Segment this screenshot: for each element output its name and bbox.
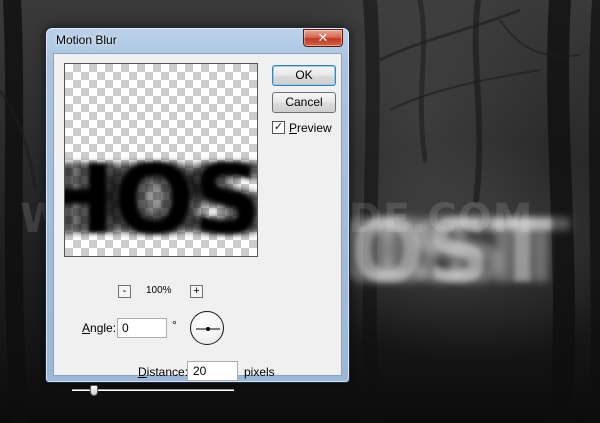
preview-checkbox-label[interactable]: Preview xyxy=(289,121,332,135)
zoom-level: 100% xyxy=(146,285,172,296)
distance-label: Distance: xyxy=(138,365,189,379)
close-button[interactable]: ✕ xyxy=(303,29,343,47)
dialog-title: Motion Blur xyxy=(56,33,117,47)
angle-dial[interactable] xyxy=(190,311,224,345)
distance-unit: pixels xyxy=(244,365,275,379)
motion-blur-dialog: Motion Blur ✕ HOS - 100% + OK Cancel ✓ P… xyxy=(45,27,350,396)
preview-blurred-text: HOS xyxy=(65,144,258,256)
distance-input[interactable]: 20 xyxy=(187,361,238,381)
distance-slider-thumb[interactable] xyxy=(90,385,98,396)
close-icon: ✕ xyxy=(317,30,329,45)
ghost-text-artwork: OST xyxy=(350,200,555,303)
angle-input[interactable]: 0 xyxy=(117,318,167,338)
filter-preview[interactable]: HOS xyxy=(64,63,258,257)
checkmark-icon: ✓ xyxy=(273,121,284,133)
dialog-client-area: HOS - 100% + OK Cancel ✓ Preview Angle: … xyxy=(53,53,342,396)
plus-icon: + xyxy=(193,285,200,297)
zoom-in-button[interactable]: + xyxy=(190,285,203,298)
ok-button[interactable]: OK xyxy=(272,65,336,86)
angle-dial-indicator-icon xyxy=(196,327,220,331)
distance-slider-track[interactable] xyxy=(72,385,234,396)
zoom-out-button[interactable]: - xyxy=(118,285,131,298)
title-bar[interactable]: Motion Blur ✕ xyxy=(46,28,349,52)
angle-label: Angle: xyxy=(82,321,117,335)
preview-checkbox[interactable]: ✓ xyxy=(272,121,285,134)
degree-unit: ° xyxy=(172,318,177,332)
cancel-button[interactable]: Cancel xyxy=(272,92,336,113)
minus-icon: - xyxy=(122,285,127,297)
